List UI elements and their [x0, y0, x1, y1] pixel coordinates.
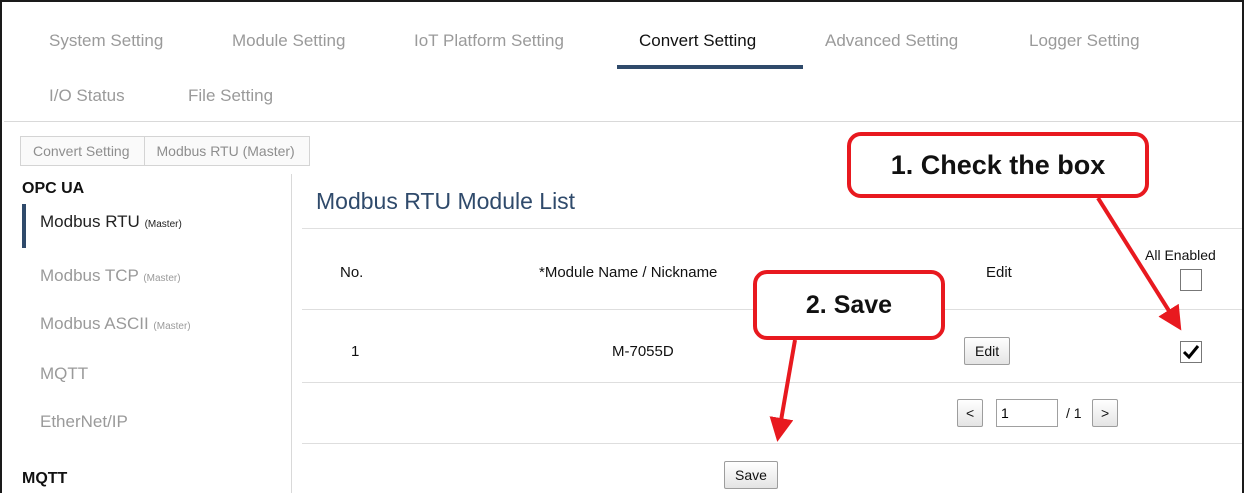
callout-check-the-box: 1. Check the box [847, 132, 1149, 198]
arrow-to-checkbox [1096, 196, 1182, 331]
annotation-arrows [769, 196, 1182, 442]
arrow-to-save [769, 339, 797, 442]
app-frame: System Setting Module Setting IoT Platfo… [0, 0, 1244, 493]
callout-save: 2. Save [753, 270, 945, 340]
